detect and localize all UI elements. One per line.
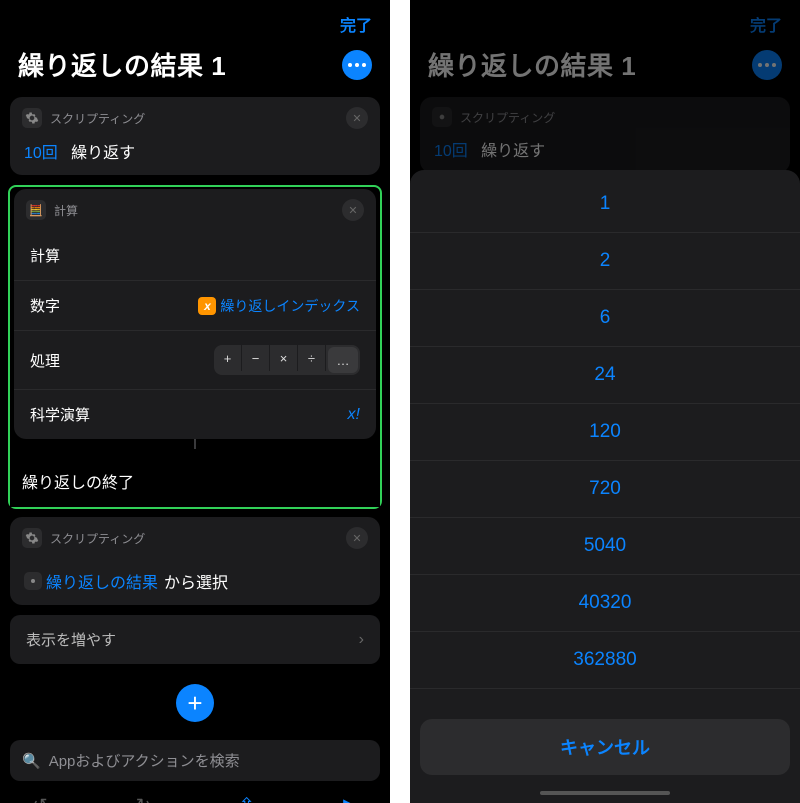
list-item[interactable]: 2 bbox=[410, 233, 800, 290]
op-multiply[interactable]: × bbox=[270, 345, 298, 371]
bottom-toolbar: ↺ ↻ ⇪ ▶ bbox=[0, 781, 390, 803]
operation-label: 処理 bbox=[30, 350, 60, 371]
op-minus[interactable]: − bbox=[242, 345, 270, 371]
list-item[interactable]: 362880 bbox=[410, 632, 800, 689]
list-item[interactable]: 40320 bbox=[410, 575, 800, 632]
op-plus[interactable]: + bbox=[214, 345, 242, 371]
show-more-row[interactable]: 表示を増やす › bbox=[10, 615, 380, 664]
repeat-action-label: 繰り返す bbox=[481, 143, 545, 160]
list-item[interactable]: 120 bbox=[410, 404, 800, 461]
repeat-action-card[interactable]: スクリプティング 10回 繰り返す bbox=[10, 97, 380, 175]
repeat-results-variable[interactable]: 繰り返しの結果 bbox=[24, 569, 158, 593]
op-more[interactable]: … bbox=[328, 347, 358, 373]
list-item[interactable]: 6 bbox=[410, 290, 800, 347]
category-label: スクリプティング bbox=[50, 110, 145, 127]
highlighted-group: 🧮 計算 計算 数字 x 繰り返しインデックス 処理 bbox=[8, 185, 382, 509]
play-icon[interactable]: ▶ bbox=[336, 795, 364, 803]
more-button[interactable] bbox=[752, 50, 782, 80]
list-item[interactable]: 1 bbox=[410, 176, 800, 233]
search-icon: 🔍 bbox=[22, 752, 41, 770]
end-repeat-label[interactable]: 繰り返しの終了 bbox=[10, 455, 380, 507]
gear-icon bbox=[24, 572, 42, 590]
calculate-action-card[interactable]: 🧮 計算 計算 数字 x 繰り返しインデックス 処理 bbox=[14, 189, 376, 439]
gear-icon bbox=[432, 107, 452, 127]
search-field[interactable]: 🔍 Appおよびアクションを検索 bbox=[10, 740, 380, 781]
choose-suffix: から選択 bbox=[164, 569, 228, 593]
calc-title: 計算 bbox=[30, 245, 60, 266]
scientific-label: 科学演算 bbox=[30, 404, 90, 425]
repeat-action-card: スクリプティング 10回 繰り返す bbox=[420, 97, 790, 173]
gear-icon bbox=[22, 108, 42, 128]
variable-icon: x bbox=[198, 297, 216, 315]
title-bar: 繰り返しの結果 1 bbox=[0, 42, 390, 97]
share-icon[interactable]: ⇪ bbox=[233, 793, 261, 803]
close-icon[interactable] bbox=[346, 527, 368, 549]
connector-line bbox=[194, 439, 196, 449]
add-action-button[interactable]: + bbox=[176, 684, 214, 722]
list-item[interactable]: 5040 bbox=[410, 518, 800, 575]
redo-icon[interactable]: ↻ bbox=[129, 795, 157, 803]
page-title: 繰り返しの結果 1 bbox=[18, 46, 226, 83]
cancel-button[interactable]: キャンセル bbox=[420, 719, 790, 775]
choose-from-list-card[interactable]: スクリプティング 繰り返しの結果 から選択 bbox=[10, 517, 380, 605]
page-title: 繰り返しの結果 1 bbox=[428, 46, 636, 83]
topbar: 完了 bbox=[0, 0, 390, 42]
close-icon[interactable] bbox=[342, 199, 364, 221]
search-placeholder: Appおよびアクションを検索 bbox=[49, 750, 240, 771]
category-label: 計算 bbox=[54, 202, 78, 219]
list-item[interactable]: 24 bbox=[410, 347, 800, 404]
calculator-icon: 🧮 bbox=[26, 200, 46, 220]
gear-icon bbox=[22, 528, 42, 548]
factorial-value[interactable]: x! bbox=[348, 406, 360, 424]
number-label: 数字 bbox=[30, 295, 60, 316]
editor-pane: 完了 繰り返しの結果 1 スクリプティング 10回 繰り返す 🧮 計算 bbox=[0, 0, 390, 803]
undo-icon[interactable]: ↺ bbox=[26, 795, 54, 803]
repeat-count[interactable]: 10回 bbox=[24, 145, 58, 162]
repeat-count: 10回 bbox=[434, 143, 468, 160]
list-item[interactable]: 3628800 bbox=[410, 689, 800, 707]
category-label: スクリプティング bbox=[50, 530, 145, 547]
repeat-index-variable[interactable]: x 繰り返しインデックス bbox=[198, 296, 360, 316]
category-label: スクリプティング bbox=[460, 109, 555, 126]
op-divide[interactable]: ÷ bbox=[298, 345, 326, 371]
result-pane: 完了 繰り返しの結果 1 スクリプティング 10回 繰り返す 1 2 6 24 bbox=[410, 0, 800, 803]
home-indicator bbox=[540, 791, 670, 795]
choose-sheet: 1 2 6 24 120 720 5040 40320 362880 36288… bbox=[410, 170, 800, 803]
operation-segmented[interactable]: + − × ÷ … bbox=[214, 345, 360, 375]
repeat-action-label: 繰り返す bbox=[71, 145, 135, 162]
close-icon[interactable] bbox=[346, 107, 368, 129]
chevron-right-icon: › bbox=[359, 631, 364, 649]
done-button[interactable]: 完了 bbox=[750, 12, 782, 36]
done-button[interactable]: 完了 bbox=[340, 12, 372, 36]
more-button[interactable] bbox=[342, 50, 372, 80]
list-item[interactable]: 720 bbox=[410, 461, 800, 518]
result-list: 1 2 6 24 120 720 5040 40320 362880 36288… bbox=[410, 176, 800, 707]
